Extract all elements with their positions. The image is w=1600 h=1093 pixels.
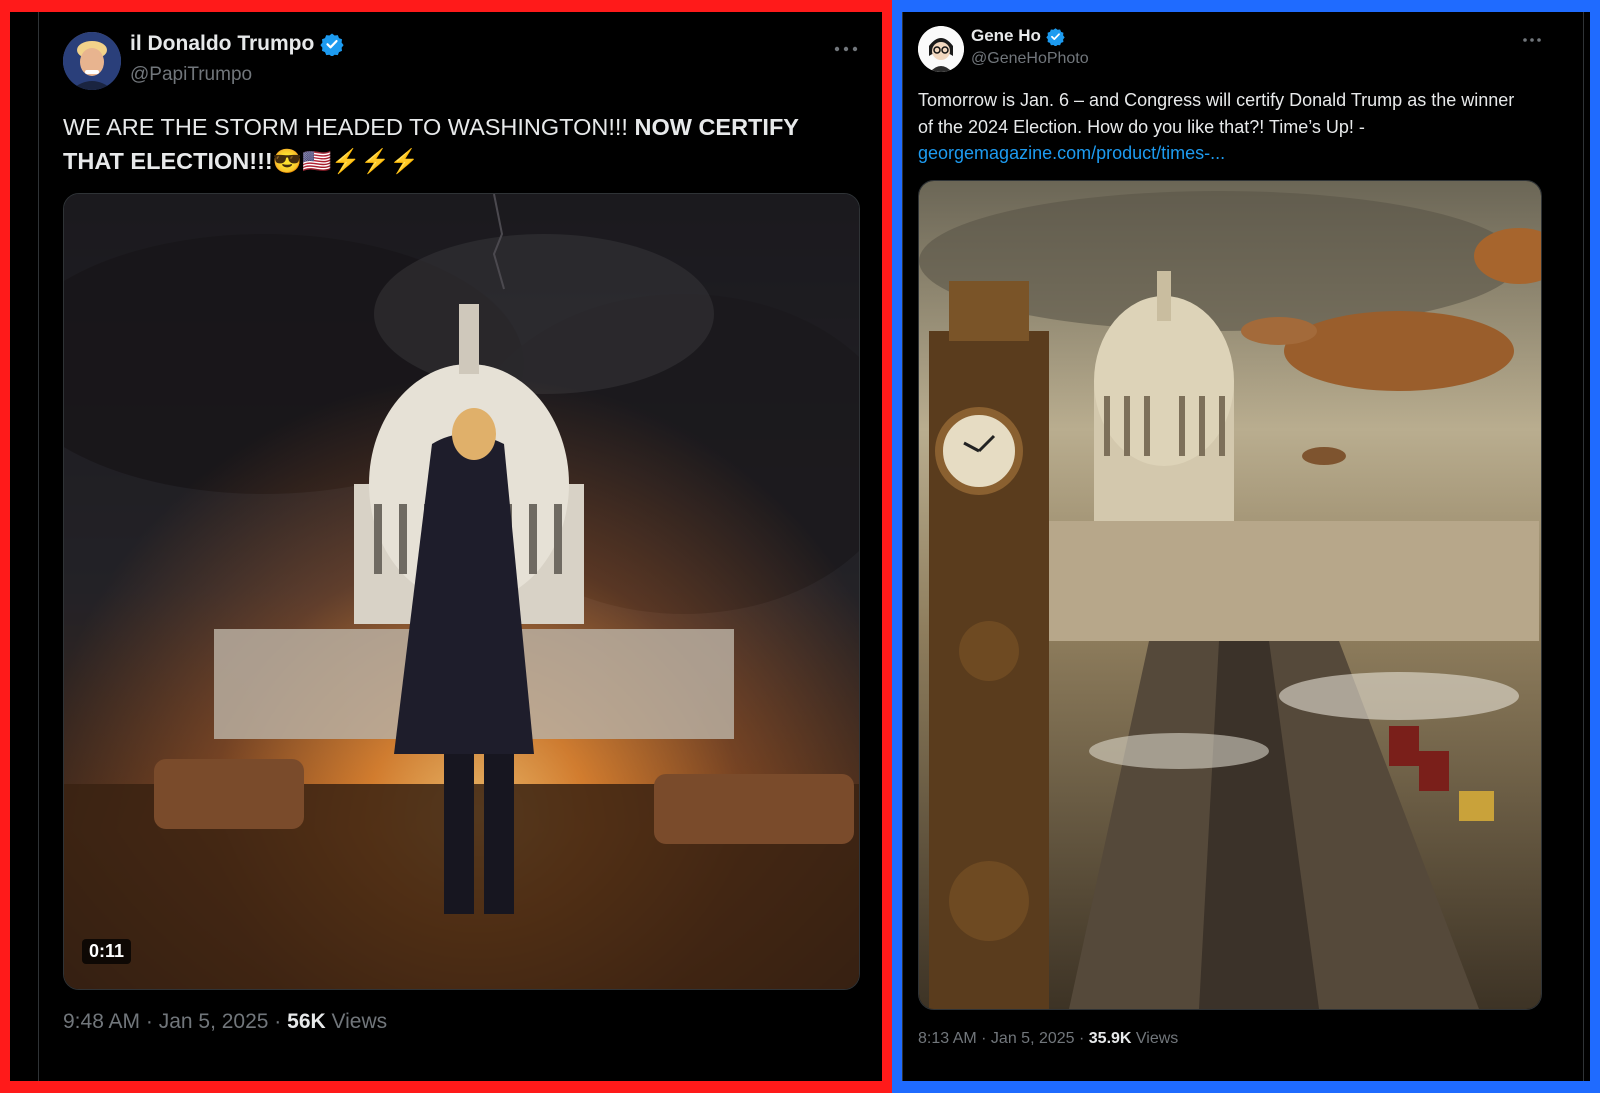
timestamp[interactable]: 8:13 AM · Jan 5, 2025 · [918, 1030, 1089, 1047]
tweet-text-body: Tomorrow is Jan. 6 – and Congress will c… [918, 90, 1515, 137]
more-options-button[interactable] [1522, 30, 1542, 48]
divider [1583, 12, 1584, 1081]
divider [38, 12, 39, 1081]
display-name-text: Gene Ho [971, 26, 1041, 45]
tweet-link[interactable]: georgemagazine.com/product/times-... [918, 143, 1225, 163]
avatar-image [63, 32, 121, 90]
views-label: Views [1131, 1030, 1179, 1047]
display-name[interactable]: Gene Ho [971, 26, 1065, 47]
views-label: Views [325, 1010, 388, 1033]
tweet-meta: 8:13 AM · Jan 5, 2025 · 35.9K Views [918, 1030, 1178, 1048]
video-player[interactable]: 0:11 [63, 193, 860, 990]
avatar-image [918, 26, 964, 72]
tweet-text: WE ARE THE STORM HEADED TO WASHINGTON!!!… [63, 110, 863, 178]
tweet-meta: 9:48 AM · Jan 5, 2025 · 56K Views [63, 1010, 387, 1034]
timestamp[interactable]: 9:48 AM · Jan 5, 2025 · [63, 1010, 287, 1033]
avatar[interactable] [918, 26, 964, 72]
video-thumbnail [64, 194, 859, 989]
video-duration: 0:11 [82, 939, 132, 964]
tweet-card-left[interactable]: il Donaldo Trumpo @PapiTrumpo WE ARE THE… [0, 0, 892, 1093]
handle[interactable]: @GeneHoPhoto [971, 50, 1089, 68]
tweet-image[interactable] [918, 180, 1542, 1010]
more-options-button[interactable] [834, 36, 858, 59]
display-name[interactable]: il Donaldo Trumpo [130, 32, 344, 57]
views-count: 56K [287, 1010, 326, 1033]
handle[interactable]: @PapiTrumpo [130, 64, 252, 86]
tweet-text: Tomorrow is Jan. 6 – and Congress will c… [918, 87, 1518, 167]
tweet-card-right[interactable]: Gene Ho @GeneHoPhoto Tomorrow is Jan. 6 … [892, 0, 1600, 1093]
tweet-emojis: 😎🇺🇸⚡⚡⚡ [272, 148, 420, 174]
display-name-text: il Donaldo Trumpo [130, 32, 315, 55]
avatar[interactable] [63, 32, 121, 90]
tweet-image-content [919, 181, 1541, 1009]
more-horizontal-icon [834, 46, 858, 52]
views-count: 35.9K [1088, 1030, 1132, 1047]
verified-badge-icon [320, 33, 344, 57]
more-horizontal-icon [1523, 38, 1541, 42]
divider [902, 12, 903, 1081]
tweet-text-regular: WE ARE THE STORM HEADED TO WASHINGTON!!! [63, 114, 635, 140]
verified-badge-icon [1045, 28, 1065, 47]
